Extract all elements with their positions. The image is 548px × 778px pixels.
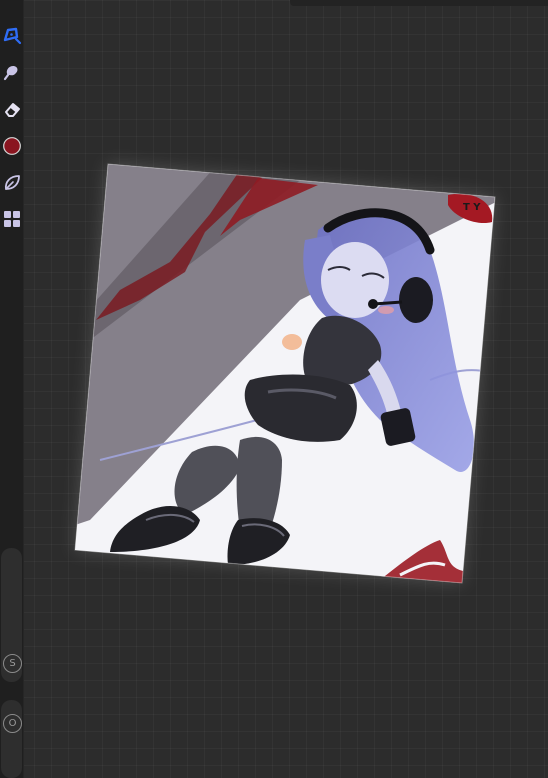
- drawing-canvas[interactable]: T Y: [0, 0, 548, 778]
- app-window: S O T Y: [0, 0, 548, 778]
- artwork-illustration: T Y: [74, 163, 496, 584]
- artist-signature: T Y: [463, 202, 481, 213]
